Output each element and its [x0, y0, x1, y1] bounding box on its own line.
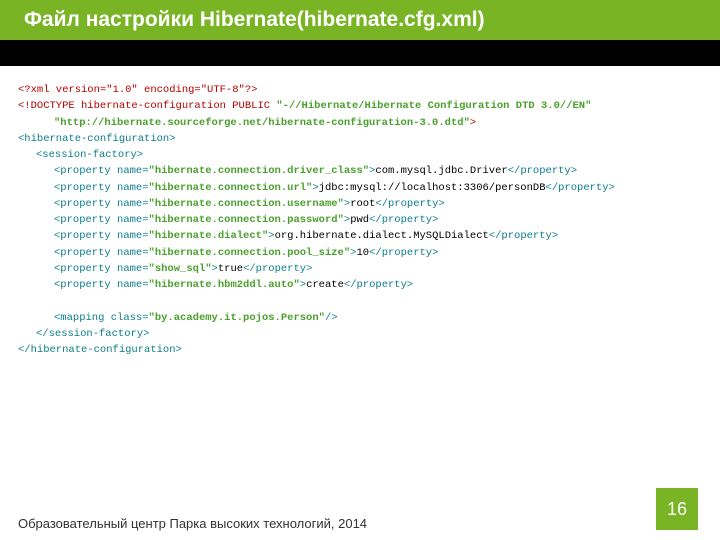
property-pool-size: <property name="hibernate.connection.poo…	[18, 245, 702, 261]
sub-header-bar	[0, 40, 720, 66]
session-factory-open: <session-factory>	[18, 147, 702, 163]
hibernate-config-open: <hibernate-configuration>	[18, 131, 702, 147]
slide-header: Файл настройки Hibernate (hibernate.cfg.…	[0, 0, 720, 40]
page-number: 16	[667, 499, 687, 520]
property-dialect: <property name="hibernate.dialect">org.h…	[18, 228, 702, 244]
header-filename: hibernate.cfg.xml	[304, 8, 478, 32]
footer-text: Образовательный центр Парка высоких техн…	[18, 516, 367, 531]
property-username: <property name="hibernate.connection.use…	[18, 196, 702, 212]
property-hbm2ddl: <property name="hibernate.hbm2ddl.auto">…	[18, 277, 702, 293]
property-url: <property name="hibernate.connection.url…	[18, 180, 702, 196]
blank-line	[18, 293, 702, 309]
code-block: <?xml version="1.0" encoding="UTF-8"?> <…	[0, 66, 720, 359]
hibernate-config-close: </hibernate-configuration>	[18, 342, 702, 358]
paren-close: )	[478, 8, 485, 32]
property-password: <property name="hibernate.connection.pas…	[18, 212, 702, 228]
xml-declaration: <?xml version="1.0" encoding="UTF-8"?>	[18, 82, 702, 98]
doctype-line2: "http://hibernate.sourceforge.net/hibern…	[18, 115, 702, 131]
slide-footer: Образовательный центр Парка высоких техн…	[0, 506, 720, 540]
page-number-badge: 16	[656, 488, 698, 530]
property-driver: <property name="hibernate.connection.dri…	[18, 163, 702, 179]
paren-open: (	[297, 8, 304, 32]
doctype-line1: <!DOCTYPE hibernate-configuration PUBLIC…	[18, 98, 702, 114]
mapping-line: <mapping class="by.academy.it.pojos.Pers…	[18, 310, 702, 326]
header-title: Файл настройки Hibernate	[24, 8, 297, 32]
property-show-sql: <property name="show_sql">true</property…	[18, 261, 702, 277]
session-factory-close: </session-factory>	[18, 326, 702, 342]
